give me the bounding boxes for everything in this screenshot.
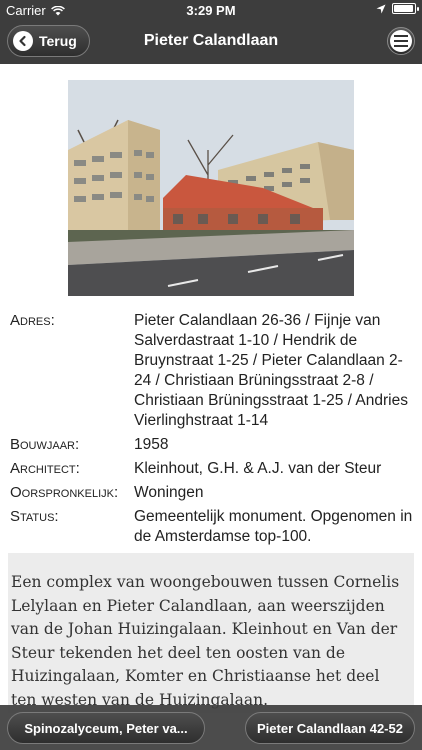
previous-item-button[interactable]: Spinozalyceum, Peter va... <box>7 712 205 744</box>
detail-row-year: Bouwjaar: 1958 <box>10 435 414 455</box>
detail-label: Status: <box>10 508 59 525</box>
page-title: Pieter Calandlaan <box>143 32 279 49</box>
status-bar: Carrier 3:29 PM <box>0 0 422 20</box>
detail-label: Architect: <box>10 460 80 477</box>
detail-value: Pieter Calandlaan 26-36 / Fijnje van Sal… <box>134 312 408 429</box>
detail-value: Kleinhout, G.H. & A.J. van der Steur <box>134 460 382 477</box>
back-arrow-icon <box>13 31 33 51</box>
details-table: Adres: Pieter Calandlaan 26-36 / Fijnje … <box>10 311 414 551</box>
menu-button[interactable] <box>387 27 415 55</box>
nav-bar: Terug Pieter Calandlaan <box>0 20 422 64</box>
detail-row-original-use: Oorspronkelijk: Woningen <box>10 483 414 503</box>
clock: 3:29 PM <box>186 3 236 18</box>
detail-label: Oorspronkelijk: <box>10 484 119 501</box>
next-item-button[interactable]: Pieter Calandlaan 42-52 <box>245 712 415 744</box>
detail-label: Bouwjaar: <box>10 436 80 453</box>
detail-value: Gemeentelijk monument. Opgenomen in de A… <box>134 508 413 545</box>
description-panel: Een complex van woongebouwen tussen Corn… <box>8 553 414 713</box>
hamburger-icon <box>390 30 412 52</box>
location-arrow-icon <box>376 4 386 13</box>
detail-value: 1958 <box>134 436 169 453</box>
detail-value: Woningen <box>134 484 204 501</box>
back-button-label: Terug <box>39 33 77 49</box>
detail-label: Adres: <box>10 312 55 329</box>
detail-row-status: Status: Gemeentelijk monument. Opgenomen… <box>10 507 414 547</box>
detail-row-address: Adres: Pieter Calandlaan 26-36 / Fijnje … <box>10 311 414 431</box>
battery-icon <box>392 3 419 14</box>
back-button[interactable]: Terug <box>7 25 90 57</box>
description-text: Een complex van woongebouwen tussen Corn… <box>11 573 400 709</box>
detail-row-architect: Architect: Kleinhout, G.H. & A.J. van de… <box>10 459 414 479</box>
building-photo <box>68 80 354 296</box>
bottom-toolbar: Spinozalyceum, Peter va... Pieter Caland… <box>0 705 422 750</box>
